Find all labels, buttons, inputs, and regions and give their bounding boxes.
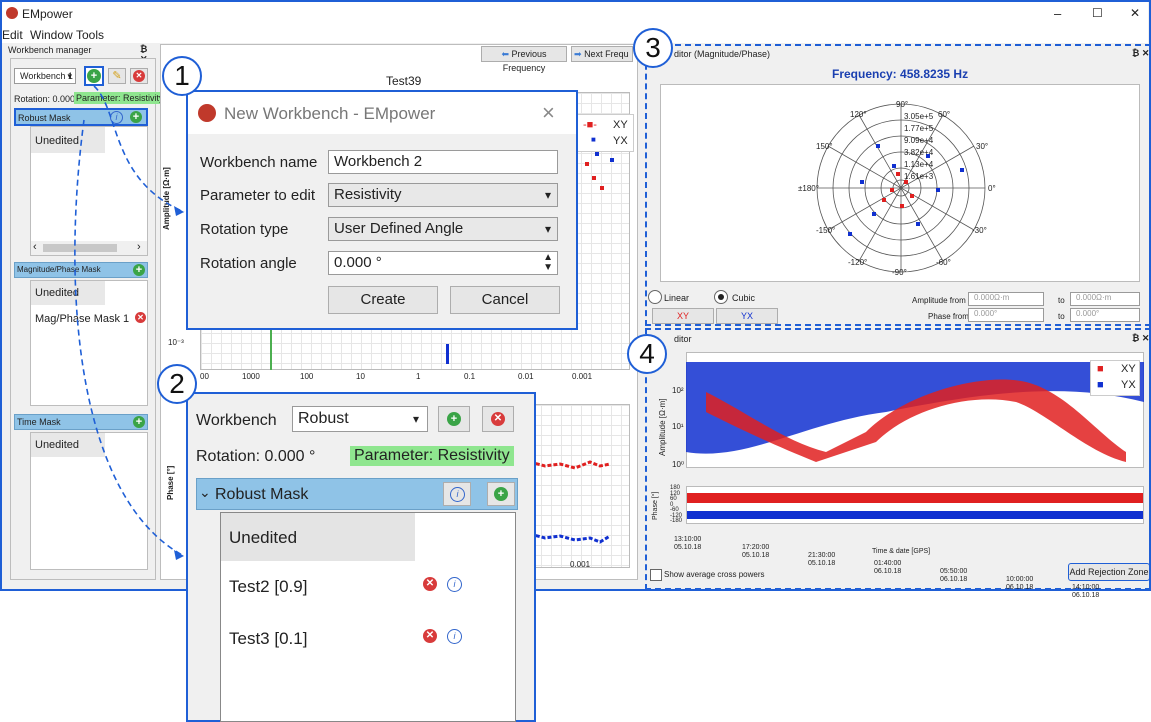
callout-connectors: [74, 85, 185, 560]
callout-3: 3: [633, 28, 673, 68]
callout-4: 4: [627, 334, 667, 374]
callout-2: 2: [157, 364, 197, 404]
callout-1: 1: [162, 56, 202, 96]
